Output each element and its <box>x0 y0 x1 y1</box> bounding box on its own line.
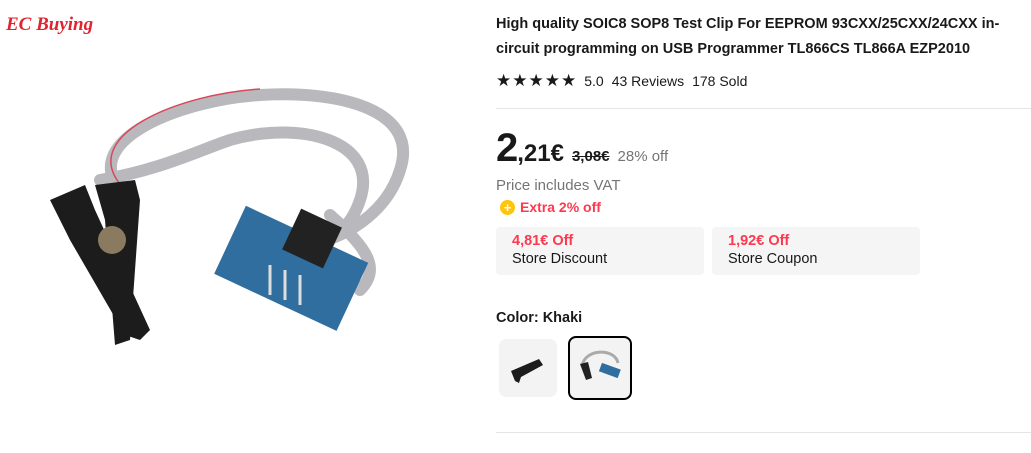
product-image <box>50 88 410 345</box>
product-image-gallery[interactable]: EC Buying <box>0 0 480 448</box>
store-discount-coupon[interactable]: 4,81€ Off Store Discount <box>496 227 704 275</box>
variant-thumb-clip[interactable] <box>499 339 557 397</box>
star-rating: ★ ★ ★ ★ ★ <box>496 71 576 91</box>
star-icon: ★ <box>544 71 560 90</box>
coin-plus-icon: + <box>500 199 515 215</box>
coupon-label: Store Coupon <box>728 251 818 267</box>
star-icon: ★ <box>496 71 512 90</box>
coupon-amount: 4,81€ Off <box>512 233 574 249</box>
price-row: 2,21€ 3,08€ 28% off <box>496 126 668 171</box>
extra-discount-label: Extra 2% off <box>520 199 601 215</box>
current-price: 2,21€ <box>496 126 564 170</box>
star-icon: ★ <box>528 71 544 90</box>
rating-value: 5.0 <box>584 73 604 89</box>
rating-row: ★ ★ ★ ★ ★ 5.0 43 Reviews 178 Sold <box>496 71 747 91</box>
divider <box>496 432 1031 433</box>
reviews-link[interactable]: 43 Reviews <box>612 73 684 89</box>
original-price: 3,08€ <box>571 148 610 165</box>
clip-thumbnail <box>511 359 543 383</box>
star-icon: ★ <box>561 71 577 90</box>
discount-percent: 28% off <box>617 148 669 165</box>
product-title: High quality SOIC8 SOP8 Test Clip For EE… <box>496 16 1000 57</box>
store-coupon[interactable]: 1,92€ Off Store Coupon <box>712 227 920 275</box>
brand-watermark: EC Buying <box>6 14 94 35</box>
vat-note: Price includes VAT <box>496 177 621 194</box>
divider <box>496 108 1031 109</box>
clip-cable-thumbnail <box>580 350 621 380</box>
extra-discount: + Extra 2% off <box>500 199 601 215</box>
sold-count: 178 Sold <box>692 73 748 89</box>
color-label: Color: Khaki <box>496 310 583 326</box>
coupon-amount: 1,92€ Off <box>728 233 790 249</box>
star-icon: ★ <box>512 71 528 90</box>
coupon-label: Store Discount <box>512 251 608 267</box>
variant-thumb-clip-cable[interactable] <box>568 336 632 400</box>
